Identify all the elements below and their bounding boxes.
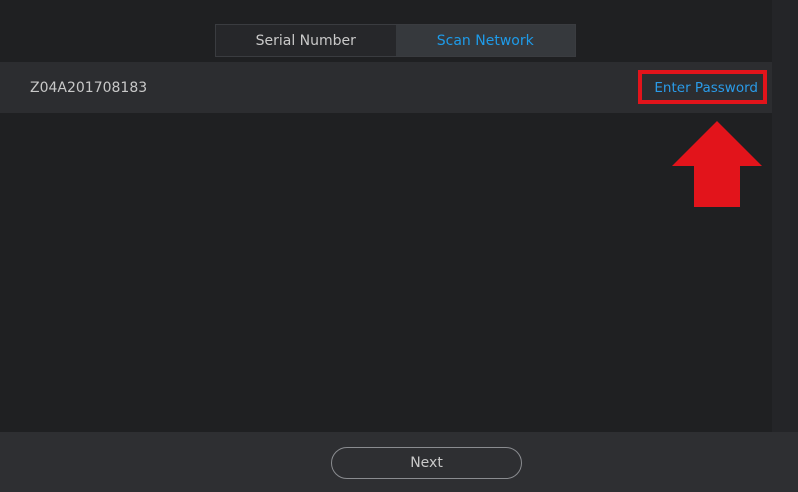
mode-tab-bar: Serial Number Scan Network (215, 24, 576, 57)
annotation-highlight-box (638, 70, 767, 104)
tab-scan-network[interactable]: Scan Network (395, 25, 575, 56)
next-button[interactable]: Next (331, 447, 522, 479)
scroll-gutter (772, 0, 798, 432)
tab-serial-number[interactable]: Serial Number (216, 25, 396, 56)
device-serial-number: Z04A201708183 (30, 79, 148, 96)
device-add-panel: Serial Number Scan Network Z04A201708183… (0, 0, 798, 492)
annotation-up-arrow-icon (672, 121, 762, 207)
